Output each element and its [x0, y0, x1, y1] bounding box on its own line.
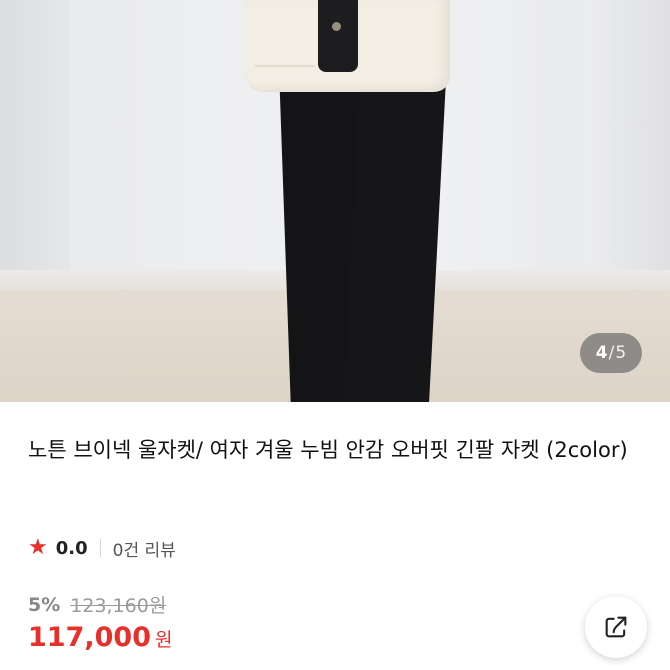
- share-icon: [605, 616, 627, 638]
- share-button[interactable]: [585, 596, 647, 658]
- product-title: 노튼 브이넥 울자켓/ 여자 겨울 누빔 안감 오버핏 긴팔 자켓 (2colo…: [28, 438, 628, 462]
- sale-price: 117,000: [28, 622, 151, 653]
- image-jacket-pocket: [255, 45, 315, 67]
- image-jacket-button: [332, 22, 341, 31]
- product-image[interactable]: [0, 0, 670, 402]
- star-icon: ★: [28, 535, 48, 560]
- rating-value: 0.0: [55, 537, 88, 559]
- original-price: 123,160원: [70, 595, 167, 617]
- sale-price-row: 117,000 원: [28, 622, 172, 653]
- image-counter-total: 5: [615, 343, 627, 363]
- image-wall-left: [0, 0, 70, 300]
- price-original-row: 5% 123,160원: [28, 591, 166, 618]
- rating-row[interactable]: ★ 0.0 0건 리뷰: [28, 534, 176, 562]
- image-counter-separator: /: [608, 343, 615, 363]
- image-counter: 4/5: [580, 333, 642, 373]
- currency-unit: 원: [154, 629, 173, 651]
- image-trouser-right: [343, 62, 447, 402]
- review-count[interactable]: 0건 리뷰: [113, 536, 176, 561]
- image-wall-right: [585, 0, 670, 300]
- image-jacket-opening: [318, 0, 358, 72]
- discount-rate: 5%: [28, 593, 61, 616]
- image-counter-current: 4: [595, 343, 608, 363]
- divider: [99, 539, 101, 557]
